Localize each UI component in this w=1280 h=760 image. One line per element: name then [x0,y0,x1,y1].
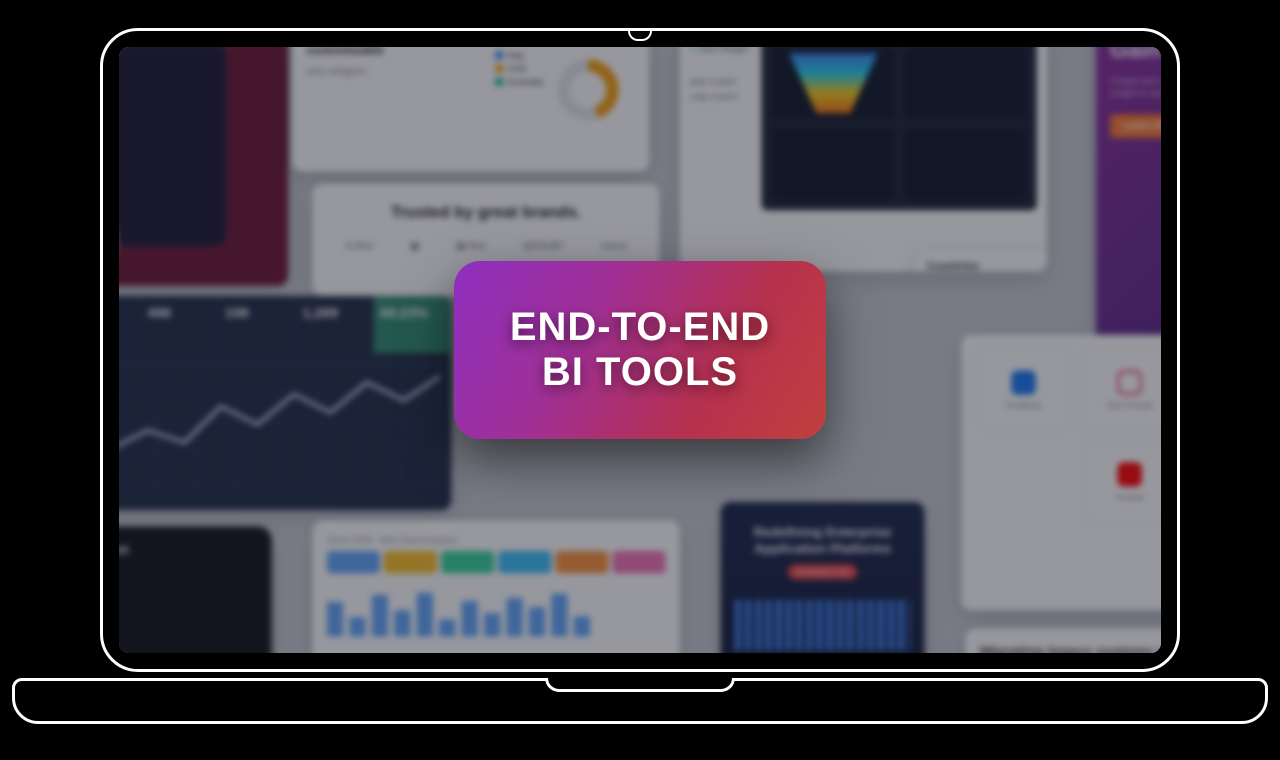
laptop-frame: 245.1k 1% customizable arty widgets Ital… [100,28,1180,728]
laptop-base [12,678,1268,724]
badge-container: END-TO-END BI TOOLS [119,47,1161,653]
hero-badge: END-TO-END BI TOOLS [454,261,826,439]
camera-notch [628,31,652,41]
screen: 245.1k 1% customizable arty widgets Ital… [119,47,1161,653]
hero-title: END-TO-END BI TOOLS [510,305,770,395]
laptop-lid: 245.1k 1% customizable arty widgets Ital… [100,28,1180,672]
trackpad-notch [545,678,735,692]
